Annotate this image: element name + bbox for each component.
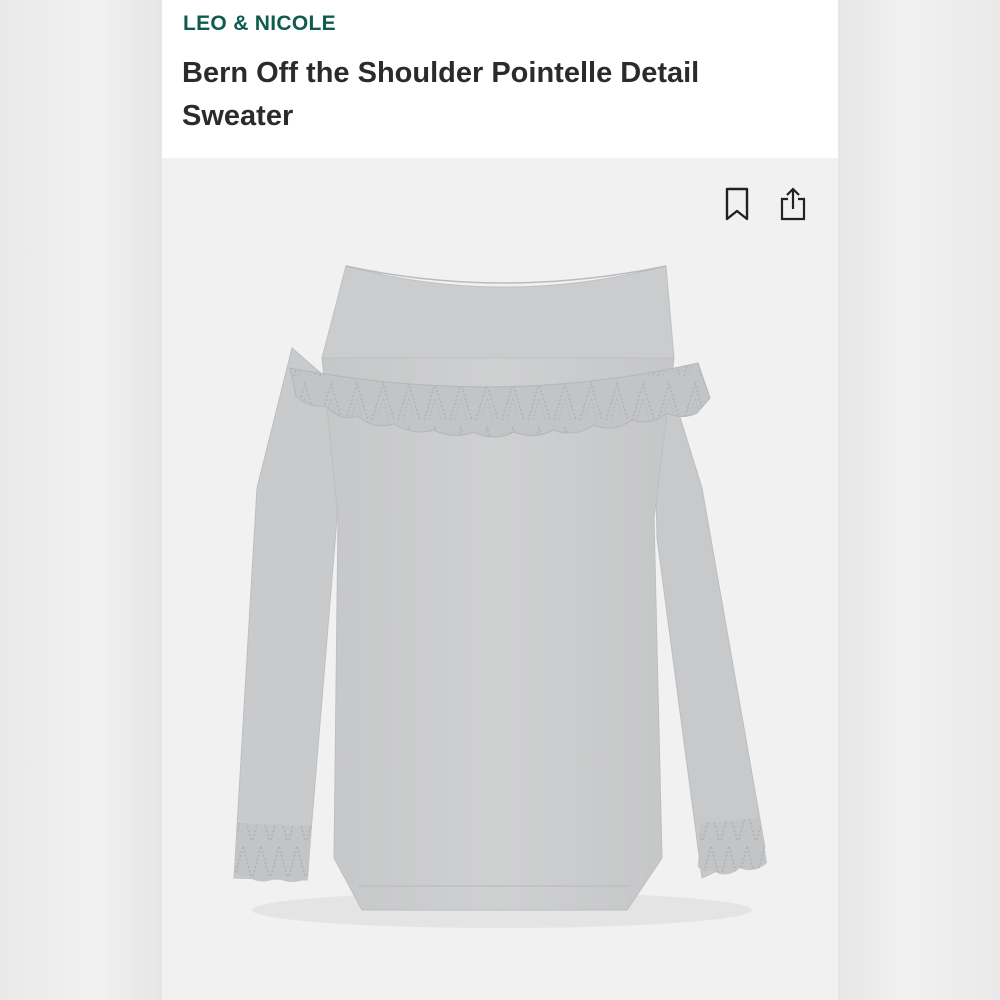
right-sleeve bbox=[653, 352, 766, 879]
sweater-body bbox=[321, 357, 675, 911]
bookmark-icon[interactable] bbox=[717, 184, 757, 224]
right-blur-border bbox=[838, 0, 1000, 1000]
product-image-area bbox=[162, 158, 838, 1000]
product-title: Bern Off the Shoulder Pointelle Detail S… bbox=[182, 57, 700, 132]
share-icon[interactable] bbox=[773, 184, 813, 224]
brand-name[interactable]: LEO & NICOLE bbox=[183, 12, 336, 36]
product-panel: LEO & NICOLE Bern Off the Shoulder Point… bbox=[162, 0, 838, 1000]
sweater-collar bbox=[321, 265, 675, 359]
product-header: LEO & NICOLE Bern Off the Shoulder Point… bbox=[162, 0, 838, 158]
left-sleeve bbox=[233, 347, 339, 881]
product-photo bbox=[233, 265, 767, 928]
left-blur-border bbox=[0, 0, 162, 1000]
